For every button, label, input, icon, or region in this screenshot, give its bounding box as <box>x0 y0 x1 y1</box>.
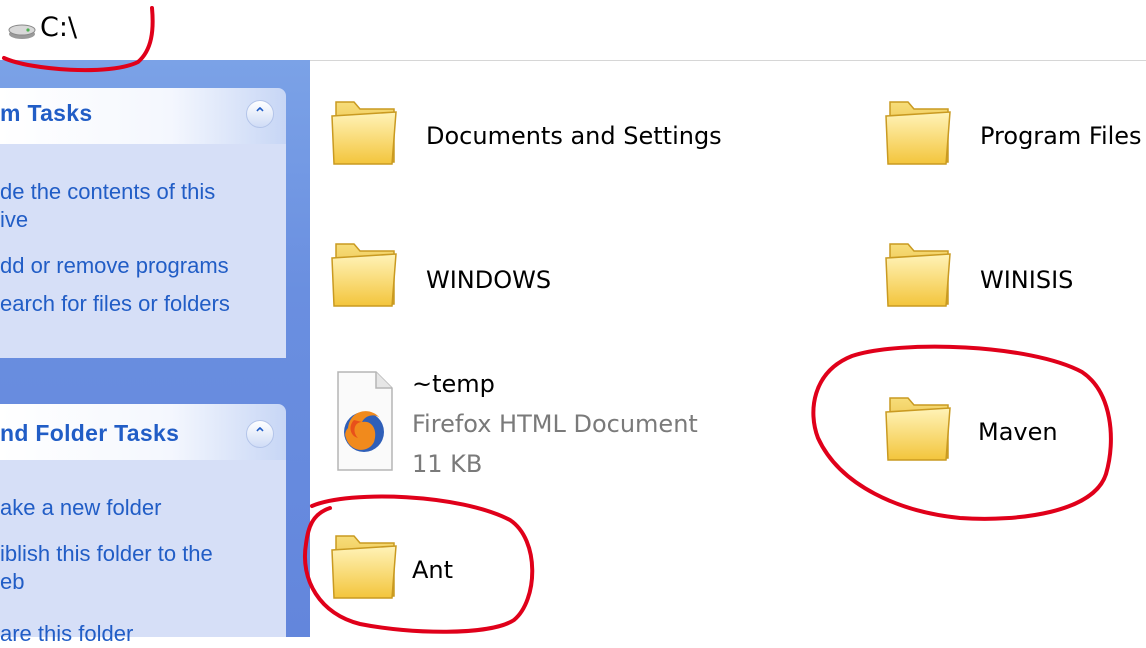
system-tasks-body: de the contents of this ive dd or remove… <box>0 144 286 358</box>
collapse-file-tasks-button[interactable]: ⌃ <box>246 420 274 448</box>
task-make-new-folder[interactable]: ake a new folder <box>0 494 161 522</box>
file-tasks-title: nd Folder Tasks <box>0 420 180 446</box>
task-publish-folder[interactable]: iblish this folder to the eb <box>0 540 213 596</box>
system-tasks-title: m Tasks <box>0 100 93 126</box>
task-hide-drive-contents[interactable]: de the contents of this ive <box>0 178 215 234</box>
folder-icon <box>330 92 400 168</box>
file-name: Maven <box>978 418 1058 446</box>
annotation-around-maven <box>811 344 1113 521</box>
file-name: Ant <box>412 556 454 584</box>
task-share-folder[interactable]: are this folder <box>0 620 133 648</box>
file-name: Program Files <box>980 122 1142 150</box>
file-name: Documents and Settings <box>426 122 722 150</box>
folder-icon <box>884 92 954 168</box>
task-add-remove-programs[interactable]: dd or remove programs <box>0 252 229 280</box>
task-search-files[interactable]: earch for files or folders <box>0 290 230 318</box>
address-bar[interactable]: C:\ <box>0 0 1146 61</box>
drive-icon <box>8 24 36 39</box>
task-pane: m Tasks ⌃ de the contents of this ive dd… <box>0 60 310 646</box>
file-name: WINISIS <box>980 266 1074 294</box>
collapse-system-tasks-button[interactable]: ⌃ <box>246 100 274 128</box>
folder-icon <box>330 234 400 310</box>
address-path: C:\ <box>40 12 78 43</box>
file-tasks-header[interactable]: nd Folder Tasks ⌃ <box>0 404 286 460</box>
folder-icon <box>884 234 954 310</box>
file-type: Firefox HTML Document <box>412 410 698 438</box>
file-name: ~temp <box>412 370 495 398</box>
folder-icon <box>884 388 954 464</box>
file-size: 11 KB <box>412 450 483 478</box>
file-name: WINDOWS <box>426 266 552 294</box>
firefox-document-icon <box>337 371 393 471</box>
file-tasks-body: ake a new folder iblish this folder to t… <box>0 460 286 646</box>
system-tasks-header[interactable]: m Tasks ⌃ <box>0 88 286 144</box>
folder-icon <box>330 526 400 602</box>
